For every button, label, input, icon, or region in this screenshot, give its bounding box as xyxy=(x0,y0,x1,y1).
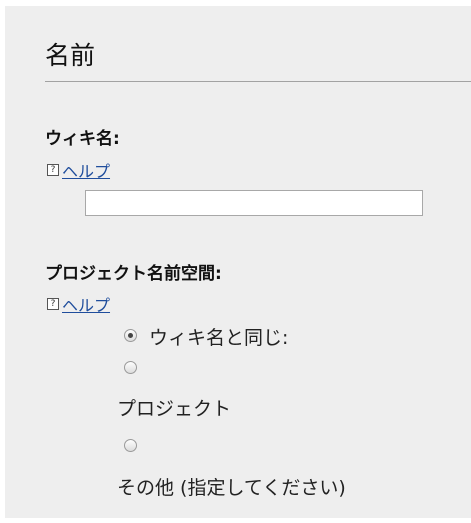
help-icon: ? xyxy=(47,298,59,310)
radio-same-as-wiki[interactable] xyxy=(124,329,137,342)
help-icon: ? xyxy=(47,164,59,176)
project-namespace-help: ? ヘルプ xyxy=(47,292,110,316)
section-title: 名前 xyxy=(45,41,96,70)
project-namespace-help-link[interactable]: ヘルプ xyxy=(62,292,110,316)
title-divider xyxy=(45,81,471,82)
radio-other-label: その他 (指定してください) xyxy=(117,477,346,499)
wiki-name-help: ? ヘルプ xyxy=(47,158,110,182)
radio-same-as-wiki-label: ウィキ名と同じ: xyxy=(149,327,289,349)
radio-other[interactable] xyxy=(124,439,137,452)
wiki-name-label: ウィキ名: xyxy=(45,129,120,149)
radio-project[interactable] xyxy=(124,361,137,374)
radio-project-label: プロジェクト xyxy=(117,398,232,420)
wiki-name-help-link[interactable]: ヘルプ xyxy=(62,158,110,182)
settings-panel: 名前 ウィキ名: ? ヘルプ プロジェクト名前空間: ? ヘルプ ウィキ名と同じ… xyxy=(5,6,471,518)
wiki-name-input[interactable] xyxy=(85,190,423,216)
project-namespace-label: プロジェクト名前空間: xyxy=(45,264,222,284)
